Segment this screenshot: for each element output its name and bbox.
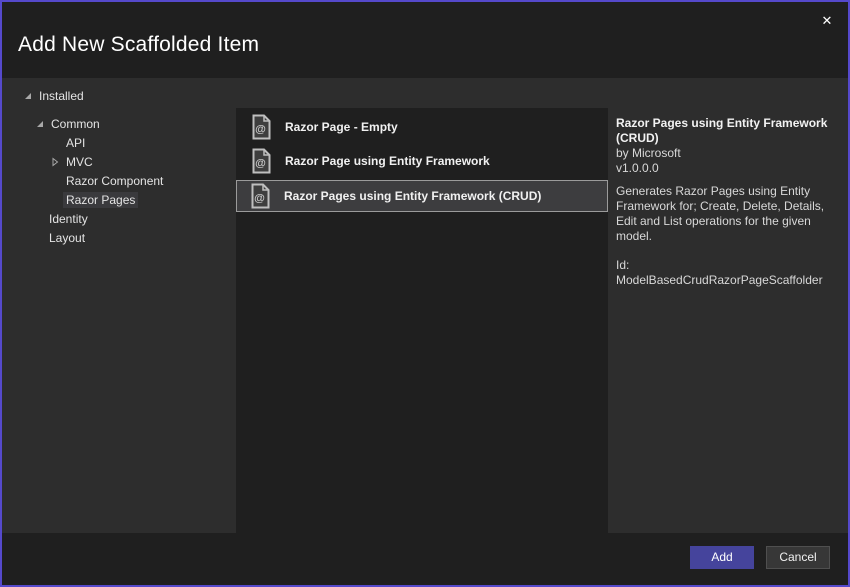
template-list: @ Razor Page - Empty @ Razor Page using … [236,108,608,533]
details-version: v1.0.0.0 [616,161,659,175]
list-item-label: Razor Pages using Entity Framework (CRUD… [284,189,542,203]
details-author: by Microsoft [616,146,681,160]
svg-text:@: @ [255,124,266,136]
tree-item-razor-component[interactable]: Razor Component [2,171,236,190]
razor-page-icon: @ [251,114,272,140]
details-description: Generates Razor Pages using Entity Frame… [616,184,825,243]
list-item-label: Razor Page using Entity Framework [285,154,490,168]
tree-item-common[interactable]: Common [2,114,236,133]
close-icon: ✕ [821,13,833,28]
add-new-scaffolded-item-dialog: Add New Scaffolded Item ✕ Installed Comm… [0,0,850,587]
details-column: Razor Pages using Entity Framework (CRUD… [608,78,848,533]
list-item-label: Razor Page - Empty [285,120,398,134]
cancel-button[interactable]: Cancel [766,546,830,569]
details-title: Razor Pages using Entity Framework (CRUD… [616,116,828,145]
razor-page-icon: @ [250,183,271,209]
add-button[interactable]: Add [690,546,754,569]
razor-page-icon: @ [251,148,272,174]
dialog-title: Add New Scaffolded Item [18,33,260,56]
category-tree: Installed Common API MVC Razor Component [2,78,236,533]
tree-item-label-selected: Razor Pages [63,191,139,208]
close-button[interactable]: ✕ [811,7,843,34]
list-item-razor-page-ef[interactable]: @ Razor Page using Entity Framework [236,146,608,176]
details-panel: Razor Pages using Entity Framework (CRUD… [608,108,848,288]
expander-expanded-icon[interactable] [35,119,48,129]
expander-collapsed-icon[interactable] [50,156,63,167]
tree-item-label: Identity [49,211,88,226]
tree-item-razor-pages[interactable]: Razor Pages [2,190,236,209]
tree-item-label: MVC [66,154,93,169]
tree-item-installed[interactable]: Installed [2,86,236,105]
svg-text:@: @ [255,158,266,170]
tree-item-identity[interactable]: Identity [2,209,236,228]
tree-item-label: Razor Component [66,173,164,188]
template-list-column: @ Razor Page - Empty @ Razor Page using … [236,78,608,533]
svg-text:@: @ [254,193,265,205]
dialog-titlebar: Add New Scaffolded Item ✕ [2,2,848,78]
tree-item-layout[interactable]: Layout [2,228,236,247]
tree-item-mvc[interactable]: MVC [2,152,236,171]
dialog-footer: Add Cancel [2,533,848,585]
tree-item-label: Installed [39,88,84,103]
details-scaffolder-id: Id: ModelBasedCrudRazorPageScaffolder [616,258,823,287]
tree-item-label: API [66,135,86,150]
tree-item-label: Layout [49,230,86,245]
expander-expanded-icon[interactable] [23,91,36,101]
list-item-razor-page-empty[interactable]: @ Razor Page - Empty [236,112,608,142]
list-item-razor-pages-ef-crud[interactable]: @ Razor Pages using Entity Framework (CR… [236,180,608,212]
tree-item-label: Common [51,116,100,131]
dialog-content: Installed Common API MVC Razor Component [2,78,848,533]
tree-item-api[interactable]: API [2,133,236,152]
